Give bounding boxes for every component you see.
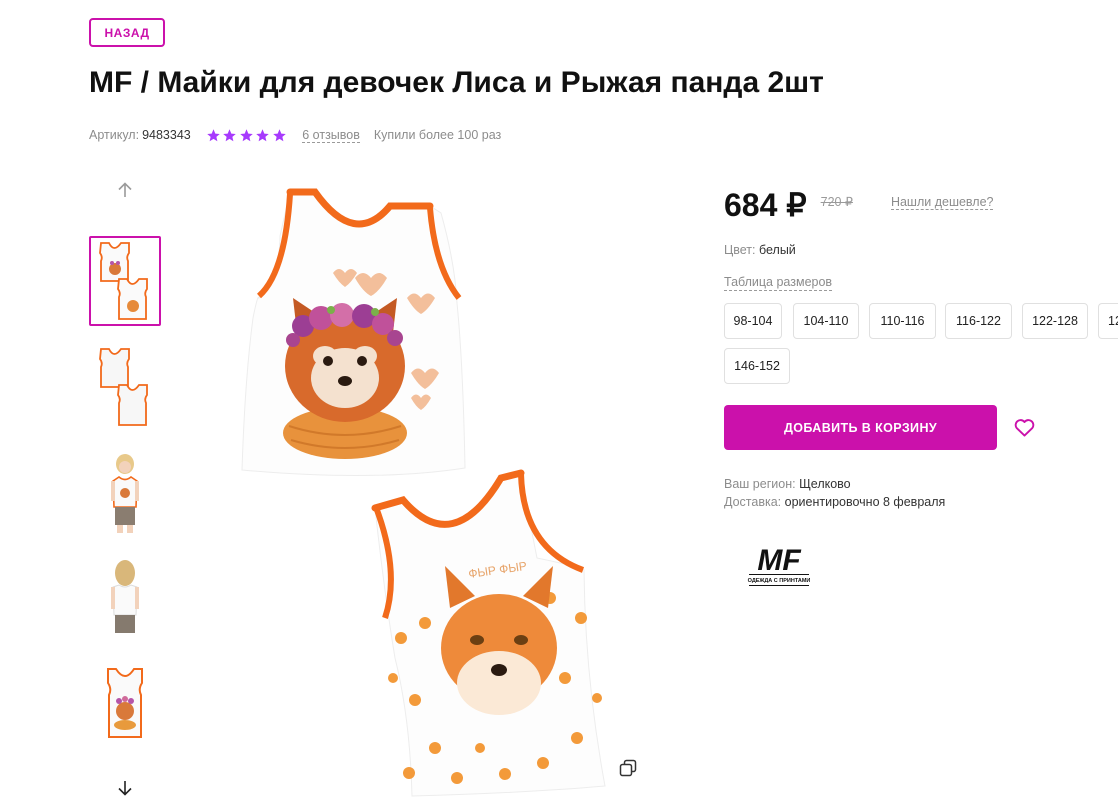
thumbnail-1[interactable] <box>89 236 161 326</box>
size-option[interactable]: 12 <box>1098 303 1118 339</box>
add-to-cart-button[interactable]: ДОБАВИТЬ В КОРЗИНУ <box>724 405 997 450</box>
bought-count: Купили более 100 раз <box>373 128 502 142</box>
rating-stars <box>206 128 289 143</box>
reviews-link[interactable]: 6 отзывов <box>302 128 360 143</box>
region-label: Ваш регион: <box>724 477 796 491</box>
star-icon <box>273 128 286 141</box>
size-option[interactable]: 98-104 <box>724 303 782 339</box>
thumbnail-image <box>99 348 148 426</box>
product-meta: Артикул: 9483343 6 отзывов Купили более … <box>89 125 501 145</box>
region-info: Ваш регион: Щелково <box>724 477 851 491</box>
size-option[interactable]: 116-122 <box>945 303 1012 339</box>
region-value[interactable]: Щелково <box>799 477 851 491</box>
current-price: 684 ₽ <box>724 187 807 223</box>
product-title: MF / Майки для девочек Лиса и Рыжая панд… <box>89 66 824 99</box>
found-cheaper-link[interactable]: Нашли дешевле? <box>890 195 994 210</box>
heart-icon[interactable] <box>1014 418 1035 437</box>
old-price: 720 ₽ <box>820 195 853 209</box>
delivery-value: ориентировочно 8 февраля <box>784 495 946 509</box>
thumbnail-4[interactable] <box>89 554 161 644</box>
thumbnail-image <box>111 560 139 633</box>
main-product-image[interactable]: ФЫР ФЫР <box>225 178 655 803</box>
sku-value: 9483343 <box>142 128 191 142</box>
size-option[interactable]: 110-116 <box>869 303 936 339</box>
price-row: 684 ₽ 720 ₽ Нашли дешевле? <box>724 186 994 224</box>
star-icon <box>240 128 253 141</box>
size-option[interactable]: 122-128 <box>1022 303 1088 339</box>
color-label: Цвет: <box>724 243 756 257</box>
sku-label: Артикул: <box>89 128 140 142</box>
thumbnail-image <box>107 668 143 738</box>
thumbnail-3[interactable] <box>89 448 161 538</box>
delivery-info: Доставка: ориентировочно 8 февраля <box>724 495 945 509</box>
delivery-label: Доставка: <box>724 495 782 509</box>
thumbnail-image <box>99 242 148 320</box>
size-option[interactable]: 146-152 <box>724 348 790 384</box>
thumbnail-2[interactable] <box>89 342 161 432</box>
size-table-link[interactable]: Таблица размеров <box>724 275 833 291</box>
copy-icon[interactable] <box>619 759 637 777</box>
svg-text:ОДЕЖДА С ПРИНТАМИ: ОДЕЖДА С ПРИНТАМИ <box>748 578 811 584</box>
arrow-up-icon[interactable] <box>116 181 134 199</box>
star-icon <box>223 128 236 141</box>
brand-logo[interactable]: MF ОДЕЖДА С ПРИНТАМИ <box>746 540 812 590</box>
star-icon <box>207 128 220 141</box>
back-button[interactable]: НАЗАД <box>89 18 165 47</box>
arrow-down-icon[interactable] <box>116 779 134 797</box>
svg-text:MF: MF <box>757 544 801 577</box>
star-icon <box>256 128 269 141</box>
tank-top-fox: ФЫР ФЫР <box>371 469 606 797</box>
color-value: белый <box>758 243 796 257</box>
size-option[interactable]: 104-110 <box>793 303 859 339</box>
thumbnail-5[interactable] <box>89 660 161 750</box>
thumbnail-image <box>111 454 139 533</box>
color-info: Цвет: белый <box>724 243 796 257</box>
tank-top-red-panda <box>241 188 466 477</box>
